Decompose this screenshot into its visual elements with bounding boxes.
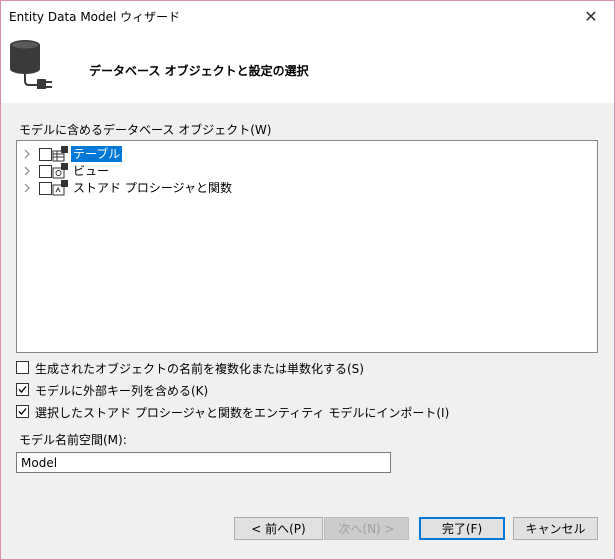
chevron-right-icon[interactable] (22, 165, 32, 177)
wizard-content: モデルに含めるデータベース オブジェクト(W) テーブル ビュー ストアド プロ… (1, 103, 614, 559)
stored-procedure-icon (52, 180, 68, 196)
foreign-keys-label: モデルに外部キー列を含める(K) (35, 384, 209, 398)
wizard-header: データベース オブジェクトと設定の選択 (1, 31, 614, 103)
wizard-window: Entity Data Model ウィザード ✕ データベース オブジェクトと… (0, 0, 615, 560)
tree-item-label: テーブル (71, 146, 123, 162)
namespace-input[interactable] (16, 452, 391, 473)
object-tree[interactable]: テーブル ビュー ストアド プロシージャと関数 (16, 140, 598, 353)
cancel-button[interactable]: キャンセル (513, 517, 598, 540)
database-connection-icon (10, 40, 52, 89)
checkmark-icon (18, 408, 27, 415)
tree-item-views[interactable]: ビュー (17, 163, 597, 180)
tree-item-label: ストアド プロシージャと関数 (73, 181, 232, 195)
tree-item-procedures[interactable]: ストアド プロシージャと関数 (17, 180, 597, 197)
objects-label: モデルに含めるデータベース オブジェクト(W) (19, 123, 272, 137)
foreign-keys-checkbox[interactable] (16, 383, 29, 396)
chevron-right-icon[interactable] (22, 182, 32, 194)
namespace-label: モデル名前空間(M): (19, 433, 127, 447)
close-icon: ✕ (584, 6, 598, 26)
pluralize-label: 生成されたオブジェクトの名前を複数化または単数化する(S) (35, 362, 364, 376)
header-title: データベース オブジェクトと設定の選択 (89, 64, 309, 78)
tree-item-tables[interactable]: テーブル (17, 146, 597, 163)
pluralize-checkbox[interactable] (16, 361, 29, 374)
next-button[interactable]: 次へ(N) > (324, 517, 409, 540)
close-button[interactable]: ✕ (568, 1, 614, 31)
checkmark-icon (18, 386, 27, 393)
views-checkbox[interactable] (39, 165, 52, 178)
tree-item-label: ビュー (73, 164, 110, 178)
procedures-checkbox[interactable] (39, 182, 52, 195)
finish-button[interactable]: 完了(F) (419, 517, 505, 540)
prev-button[interactable]: < 前へ(P) (234, 517, 323, 540)
view-icon (52, 163, 68, 179)
chevron-right-icon[interactable] (22, 148, 32, 160)
import-procedures-label: 選択したストアド プロシージャと関数をエンティティ モデルにインポート(I) (35, 406, 450, 420)
title-bar: Entity Data Model ウィザード ✕ (1, 1, 614, 31)
table-icon (52, 146, 68, 162)
window-title: Entity Data Model ウィザード (9, 10, 181, 24)
import-procedures-checkbox[interactable] (16, 405, 29, 418)
tables-checkbox[interactable] (39, 148, 52, 161)
